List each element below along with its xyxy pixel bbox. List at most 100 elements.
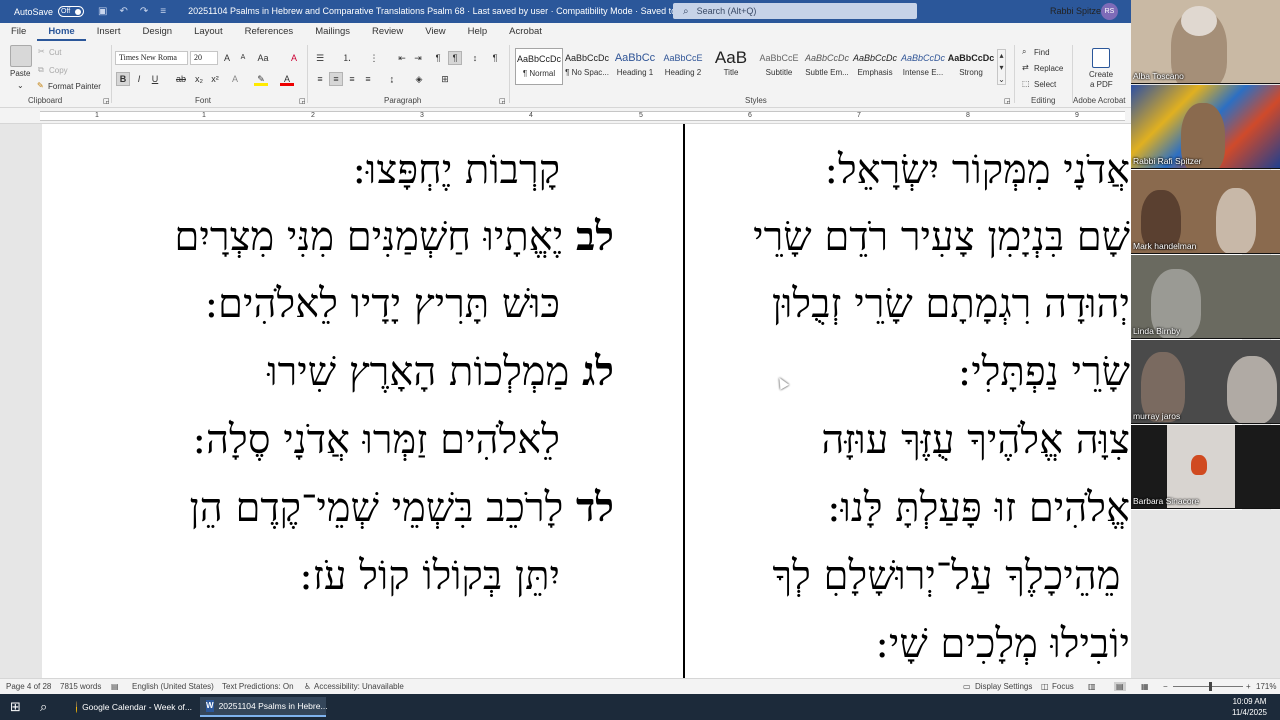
page-indicator[interactable]: Page 4 of 28 — [6, 682, 51, 691]
taskbar-search-icon[interactable]: ⌕ — [34, 697, 53, 717]
replace-icon[interactable]: ⇄ — [1022, 63, 1029, 72]
select-button[interactable]: Select — [1034, 80, 1056, 89]
hebrew-line[interactable]: יִתֵּן בְּקוֹלוֹ קוֹל עֹז: — [299, 556, 560, 596]
zoom-slider[interactable] — [1173, 686, 1243, 687]
style-emphasis[interactable]: AaBbCcDc Emphasis — [851, 48, 899, 85]
strikethrough-icon[interactable]: ab — [174, 72, 188, 86]
tab-file[interactable]: File — [0, 23, 37, 41]
web-layout-icon[interactable]: ▦ — [1141, 682, 1149, 691]
hebrew-line[interactable]: ל מֵהֵיכָלֶךָ עַל־יְרוּשָׁלָםִ לְךָ — [772, 556, 1190, 597]
participant-tile[interactable]: Rabbi Rafi Spitzer — [1131, 85, 1280, 169]
format-painter-button[interactable]: Format Painter — [48, 82, 101, 91]
underline-button[interactable]: U — [148, 72, 162, 86]
create-pdf-line1[interactable]: Create — [1089, 70, 1113, 79]
clipboard-launcher-icon[interactable]: ◲ — [103, 97, 110, 105]
windows-start-icon[interactable]: ⊞ — [4, 697, 27, 717]
bold-button[interactable]: B — [116, 72, 130, 86]
line-spacing-icon[interactable]: ↨ — [385, 72, 399, 86]
style-strong[interactable]: AaBbCcDc Strong — [947, 48, 995, 85]
select-icon[interactable]: ⬚ — [1022, 79, 1030, 88]
ltr-direction-icon[interactable]: ¶ — [431, 51, 445, 65]
align-right-icon[interactable]: ≡ — [345, 72, 359, 86]
hebrew-line[interactable]: אֲדֹנָי מִמְּקוֹר יִשְׂרָאֵל: — [824, 150, 1130, 190]
tab-review[interactable]: Review — [361, 23, 414, 41]
redo-icon[interactable]: ↷ — [140, 6, 148, 17]
accessibility-status[interactable]: Accessibility: Unavailable — [314, 682, 404, 691]
tab-help[interactable]: Help — [457, 23, 499, 41]
tab-view[interactable]: View — [414, 23, 456, 41]
tab-references[interactable]: References — [234, 23, 305, 41]
participant-tile[interactable]: Linda Birnby — [1131, 255, 1280, 339]
numbering-icon[interactable]: ⒈ — [340, 51, 354, 65]
document-page[interactable]: קָרְבוֹת יֶחְפָּצוּ: לב יֶאֱתָיוּ חַשְׁמ… — [42, 124, 1242, 678]
style-title[interactable]: AaB Title — [707, 48, 755, 85]
zoom-level[interactable]: 171% — [1256, 682, 1276, 691]
paste-icon[interactable] — [10, 45, 32, 67]
tab-mailings[interactable]: Mailings — [304, 23, 361, 41]
rtl-direction-icon[interactable]: ¶ — [448, 51, 462, 65]
user-name[interactable]: Rabbi Spitzer — [1050, 6, 1104, 16]
focus-button[interactable]: Focus — [1052, 682, 1074, 691]
autosave-toggle[interactable]: Off — [58, 6, 85, 17]
hebrew-line[interactable]: לֵאלֹהִים זַמְּרוּ אֲדֹנָי סֶלָה: — [193, 420, 560, 460]
participant-tile[interactable]: Alba Toscano — [1131, 0, 1280, 84]
word-count[interactable]: 7815 words — [60, 682, 101, 691]
undo-icon[interactable]: ↶ — [119, 6, 127, 17]
taskbar-chrome-item[interactable]: Google Calendar - Week of... — [70, 697, 198, 717]
text-effects-icon[interactable]: A — [228, 72, 242, 86]
justify-icon[interactable]: ≡ — [361, 72, 375, 86]
hebrew-line[interactable]: שָׁם בִּנְיָמִן צָעִיר רֹדֵם שָׂרֵי — [753, 217, 1130, 257]
decrease-indent-icon[interactable]: ⇤ — [395, 51, 409, 65]
bullets-icon[interactable]: ☰ — [313, 51, 327, 65]
copy-button[interactable]: Copy — [49, 66, 68, 75]
language-indicator[interactable]: English (United States) — [132, 682, 214, 691]
zoom-in-icon[interactable]: + — [1246, 682, 1251, 691]
avatar[interactable]: RS — [1101, 3, 1118, 20]
participant-tile[interactable]: Mark handelman — [1131, 170, 1280, 254]
hebrew-line[interactable]: קָרְבוֹת יֶחְפָּצוּ: — [353, 150, 560, 190]
shading-icon[interactable]: ◈ — [412, 72, 426, 86]
styles-scroll-icon[interactable]: ▴ ▾ ⌄ — [997, 49, 1006, 85]
style-normal[interactable]: AaBbCcDc ¶ Normal — [515, 48, 563, 85]
ruler[interactable]: 1 1 2 3 4 5 6 7 8 9 — [0, 108, 1131, 124]
taskbar-word-item[interactable]: W 20251104 Psalms in Hebre... — [200, 697, 328, 717]
display-settings-icon[interactable]: ▭ — [963, 682, 971, 691]
replace-button[interactable]: Replace — [1034, 64, 1063, 73]
participant-tile[interactable]: Barbara Sinacore — [1131, 425, 1280, 509]
paste-button[interactable]: Paste — [10, 69, 30, 78]
hebrew-line[interactable]: לד לָרֹכֵב בִּשְׁמֵי שְׁמֵי־קֶדֶם הֵן — [190, 488, 614, 529]
sort-icon[interactable]: ↕ — [468, 51, 482, 65]
search-input[interactable]: ⌕ Search (Alt+Q) — [673, 3, 917, 19]
focus-icon[interactable]: ◫ — [1041, 682, 1049, 691]
tab-layout[interactable]: Layout — [183, 23, 234, 41]
find-button[interactable]: Find — [1034, 48, 1050, 57]
font-launcher-icon[interactable]: ◲ — [299, 97, 306, 105]
align-center-icon[interactable]: ≡ — [329, 72, 343, 86]
proofing-icon[interactable]: ▤ — [111, 682, 119, 691]
document-area[interactable]: קָרְבוֹת יֶחְפָּצוּ: לב יֶאֱתָיוּ חַשְׁמ… — [0, 124, 1270, 678]
highlight-color-icon[interactable]: ✎ — [254, 72, 268, 86]
font-color-icon[interactable]: A — [280, 72, 294, 86]
hebrew-line[interactable]: לב יֶאֱתָיוּ חַשְׁמַנִּים מִנִּי מִצְרָי… — [174, 217, 614, 258]
create-pdf-icon[interactable] — [1092, 48, 1110, 68]
text-predictions[interactable]: Text Predictions: On — [222, 682, 294, 691]
tab-insert[interactable]: Insert — [86, 23, 132, 41]
italic-button[interactable]: I — [132, 72, 146, 86]
document-title[interactable]: 20251104 Psalms in Hebrew and Comparativ… — [188, 6, 718, 17]
increase-indent-icon[interactable]: ⇥ — [411, 51, 425, 65]
style-no-spacing[interactable]: AaBbCcDc ¶ No Spac... — [563, 48, 611, 85]
tab-home[interactable]: Home — [37, 23, 86, 41]
superscript-icon[interactable]: x² — [208, 72, 222, 86]
paragraph-launcher-icon[interactable]: ◲ — [499, 97, 506, 105]
style-heading-2[interactable]: AaBbCcE Heading 2 — [659, 48, 707, 85]
hebrew-line[interactable]: יְהוּדָה רִגְמָתָם שָׂרֵי זְבֻלוּן — [772, 284, 1130, 324]
font-family-select[interactable]: Times New Roma — [115, 51, 188, 65]
clock[interactable]: 10:09 AM 11/4/2025 — [1232, 696, 1267, 718]
grow-font-icon[interactable]: A — [220, 51, 234, 65]
copy-icon[interactable]: ⧉ — [38, 65, 44, 75]
multilevel-list-icon[interactable]: ⋮ — [367, 51, 381, 65]
print-layout-icon[interactable]: ▤ — [1114, 682, 1126, 691]
clear-formatting-icon[interactable]: A — [287, 51, 301, 65]
accessibility-icon[interactable]: ♿ — [304, 682, 311, 691]
zoom-out-icon[interactable]: − — [1163, 682, 1168, 691]
